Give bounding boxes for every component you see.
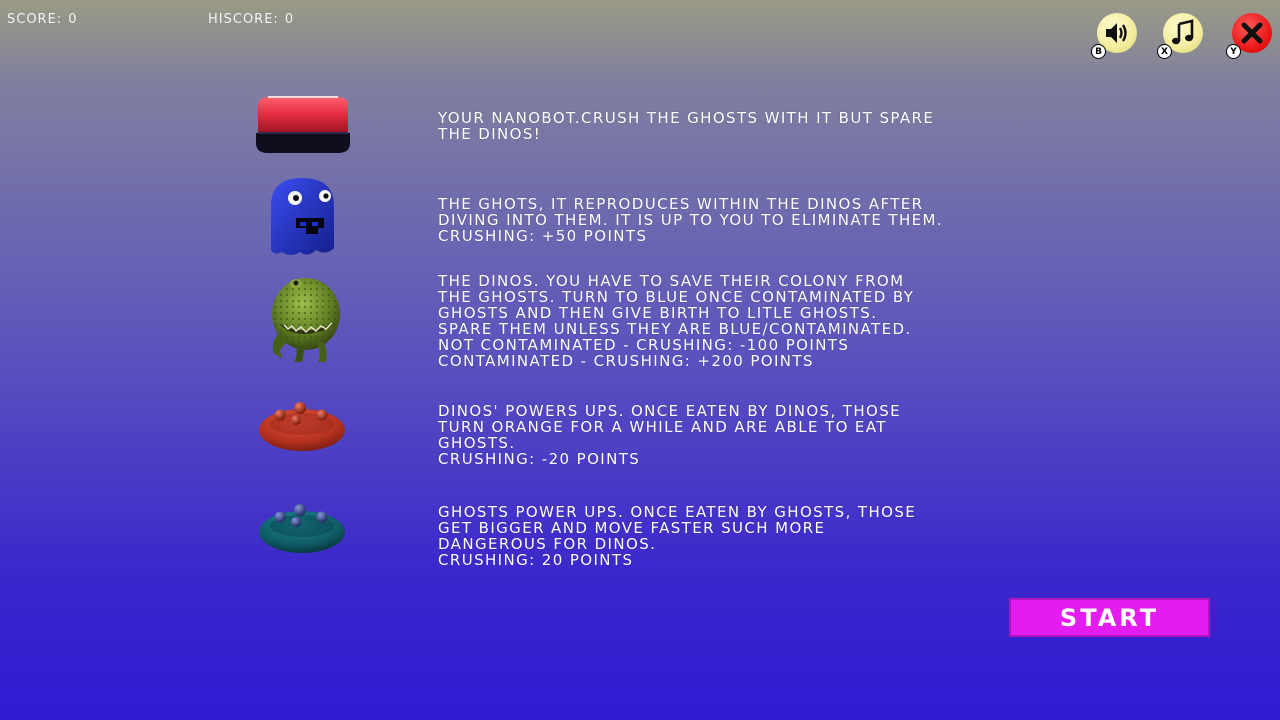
- speaker-icon: [1106, 23, 1127, 43]
- ghost-powerup-description: GHOSTS POWER UPS. ONCE EATEN BY GHOSTS, …: [438, 503, 917, 569]
- music-key-badge: X: [1157, 44, 1172, 59]
- sound-toggle-button[interactable]: B: [1091, 13, 1137, 59]
- ghost-description: THE GHOTS, IT REPRODUCES WITHIN THE DINO…: [438, 195, 944, 245]
- start-button[interactable]: START: [1009, 598, 1210, 637]
- close-key-badge: Y: [1226, 44, 1241, 59]
- dino-powerup-icon: [256, 400, 348, 458]
- ghost-powerup-icon: [256, 502, 348, 560]
- close-icon: [1241, 22, 1263, 44]
- close-button[interactable]: Y: [1226, 13, 1272, 59]
- nanobot-description: YOUR NANOBOT.CRUSH THE GHOSTS WITH IT BU…: [438, 109, 935, 143]
- score-display: SCORE: 0: [7, 12, 77, 27]
- dino-icon: [266, 274, 344, 370]
- music-toggle-button[interactable]: X: [1157, 13, 1203, 59]
- hiscore-value: 0: [284, 12, 295, 27]
- dino-description: THE DINOS. YOU HAVE TO SAVE THEIR COLONY…: [438, 272, 915, 370]
- hiscore-display: HISCORE: 0: [208, 12, 294, 27]
- ghost-icon: [268, 176, 338, 262]
- score-value: 0: [68, 12, 78, 27]
- music-note-icon: [1172, 19, 1194, 45]
- hiscore-label: HISCORE:: [208, 12, 279, 27]
- nanobot-icon: [254, 95, 352, 161]
- score-label: SCORE:: [7, 12, 63, 27]
- sound-key-badge: B: [1091, 44, 1106, 59]
- dino-powerup-description: DINOS' POWERS UPS. ONCE EATEN BY DINOS, …: [438, 402, 902, 468]
